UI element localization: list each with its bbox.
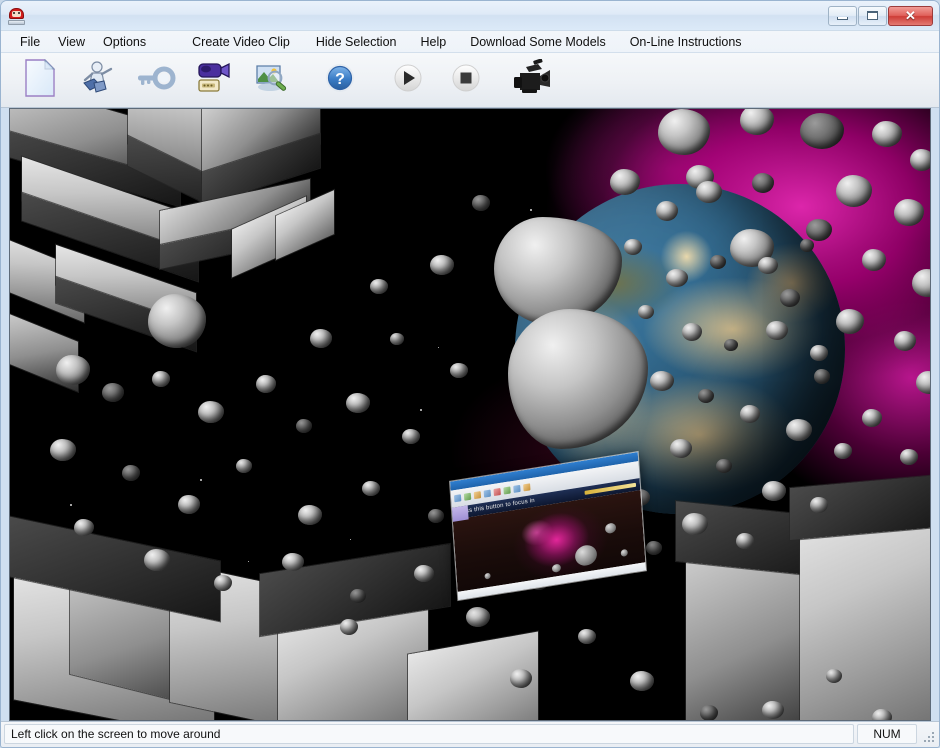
embedded-toolbar-icon xyxy=(493,487,501,497)
caption-buttons: ✕ xyxy=(828,5,933,26)
maximize-icon xyxy=(867,11,878,20)
toolbar-add-model[interactable] xyxy=(75,57,121,103)
3d-scene-viewport[interactable]: Press this button to focus in xyxy=(9,108,931,721)
play-icon xyxy=(391,61,425,100)
title-bar[interactable]: ✕ xyxy=(1,1,939,31)
status-bar: Left click on the screen to move around … xyxy=(1,721,939,747)
new-document-icon xyxy=(24,58,56,102)
toolbar-preview-image[interactable] xyxy=(249,57,295,103)
menu-download-some-models[interactable]: Download Some Models xyxy=(461,33,615,51)
toolbar-video-camera[interactable] xyxy=(191,57,237,103)
toolbar-stop[interactable] xyxy=(443,57,489,103)
menu-hide-selection[interactable]: Hide Selection xyxy=(307,33,406,51)
toolbar-new-document[interactable] xyxy=(17,57,63,103)
embedded-toolbar-icon xyxy=(483,489,492,498)
menu-on-line-instructions[interactable]: On-Line Instructions xyxy=(621,33,751,51)
menu-create-video-clip[interactable]: Create Video Clip xyxy=(183,33,299,51)
menu-options[interactable]: Options xyxy=(94,33,155,51)
embedded-toolbar-icon xyxy=(473,491,482,500)
maximize-button[interactable] xyxy=(858,5,887,26)
menu-bar: File View Options Create Video Clip Hide… xyxy=(1,31,939,53)
close-icon: ✕ xyxy=(905,8,916,23)
status-num-indicator: NUM xyxy=(857,724,917,744)
toolbar-help[interactable]: ? xyxy=(317,57,363,103)
asteroid xyxy=(910,149,930,171)
svg-text:?: ? xyxy=(335,71,345,88)
toolbar-play[interactable] xyxy=(385,57,431,103)
resize-grip[interactable] xyxy=(920,724,936,744)
embedded-toolbar-icon xyxy=(523,483,531,492)
camcorder-icon xyxy=(512,57,556,102)
stop-icon xyxy=(449,61,483,100)
menu-help[interactable]: Help xyxy=(411,33,455,51)
toolbar-record[interactable] xyxy=(511,57,557,103)
application-window: ✕ File View Options Create Video Clip Hi… xyxy=(0,0,940,748)
embedded-toolbar-icon xyxy=(513,484,521,493)
toolbar: ? xyxy=(1,53,939,108)
asteroid xyxy=(872,709,892,720)
embedded-sidebar xyxy=(451,505,469,522)
toolbar-key[interactable] xyxy=(133,57,179,103)
minimize-icon xyxy=(837,17,848,20)
status-message: Left click on the screen to move around xyxy=(4,724,854,744)
picture-magnifier-icon xyxy=(253,60,291,101)
embedded-toolbar-icon xyxy=(463,492,472,501)
embedded-toolbar-icon xyxy=(453,494,462,503)
key-icon xyxy=(136,65,176,96)
embedded-toolbar-icon xyxy=(503,486,511,495)
help-question-icon: ? xyxy=(323,61,357,100)
figure-model-icon xyxy=(80,59,116,102)
menu-view[interactable]: View xyxy=(49,33,94,51)
santa-app-icon xyxy=(8,8,25,25)
video-camera-icon xyxy=(195,60,233,101)
menu-file[interactable]: File xyxy=(11,33,49,51)
viewport-container: Press this button to focus in xyxy=(1,108,939,721)
close-button[interactable]: ✕ xyxy=(888,5,933,26)
minimize-button[interactable] xyxy=(828,5,857,26)
